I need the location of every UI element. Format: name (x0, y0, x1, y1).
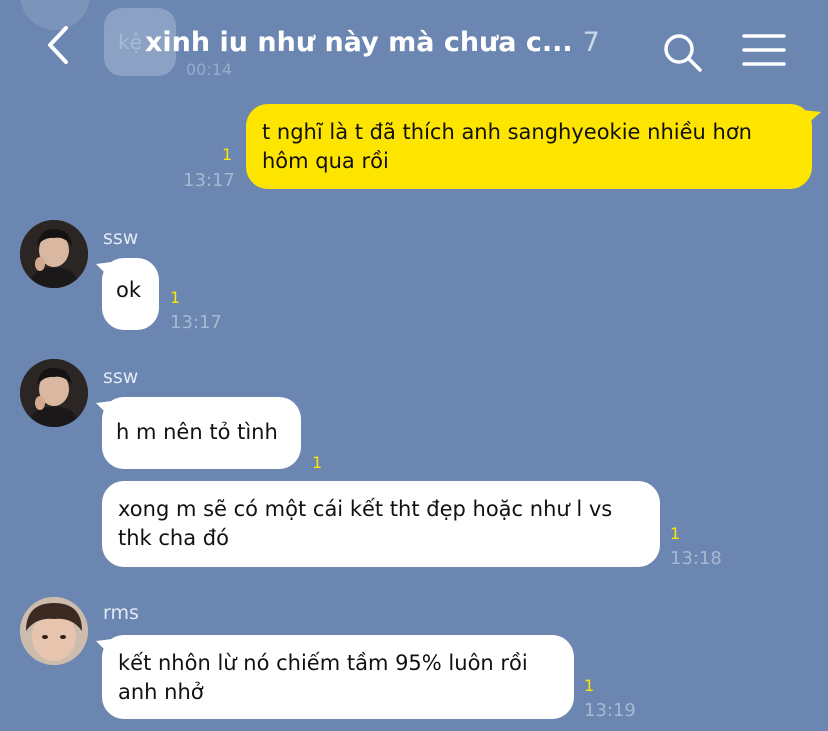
message-text-line: xong m sẽ có một cái kết tht đẹp hoặc nh… (118, 497, 613, 521)
chevron-left-icon (48, 26, 68, 64)
my-message-bubble[interactable]: t nghĩ là t đã thích anh sanghyeokie nhi… (246, 104, 812, 189)
unread-count: 1 (170, 288, 181, 307)
message-time: 13:17 (170, 312, 222, 333)
their-message-bubble[interactable]: h m nên tỏ tình (102, 397, 301, 469)
message-time: 13:19 (584, 700, 636, 721)
their-message-bubble[interactable]: ok (102, 258, 159, 330)
message-time: 13:18 (670, 548, 722, 569)
unread-count: 1 (222, 145, 233, 164)
their-message-bubble[interactable]: kết nhôn lừ nó chiếm tầm 95% luôn rồi an… (102, 635, 574, 719)
message-text-line: kết nhôn lừ nó chiếm tầm 95% luôn rồi (118, 651, 528, 675)
sender-name: ssw (103, 366, 139, 388)
message-text-line: anh nhở (118, 680, 204, 704)
search-icon (664, 34, 702, 72)
message-text-line: hôm qua rồi (262, 149, 389, 173)
hamburger-menu-icon (742, 34, 786, 66)
sender-name: rms (103, 602, 139, 624)
search-button[interactable] (658, 28, 708, 78)
unread-count: 1 (584, 676, 595, 695)
avatar-rms[interactable] (20, 597, 88, 665)
message-text: h m nên tỏ tình (116, 420, 278, 444)
previous-message-text: kệ (118, 30, 142, 54)
chat-header[interactable]: xinh iu như này mà chưa c... 7 (145, 27, 600, 58)
unread-count: 1 (670, 524, 681, 543)
their-message-bubble[interactable]: xong m sẽ có một cái kết tht đẹp hoặc nh… (102, 481, 660, 567)
bubble-tail (803, 110, 821, 126)
avatar-rms-image (20, 597, 88, 665)
avatar-ssw-image (20, 220, 88, 288)
chat-title: xinh iu như này mà chưa c... (145, 27, 573, 58)
avatar-ssw-image (20, 359, 88, 427)
back-button[interactable] (34, 20, 84, 70)
member-count: 7 (582, 27, 600, 58)
previous-message-time: 00:14 (186, 60, 233, 79)
menu-button[interactable] (738, 30, 790, 74)
message-text-line: t nghĩ là t đã thích anh sanghyeokie nhi… (262, 120, 752, 144)
avatar-ssw[interactable] (20, 220, 88, 288)
unread-count: 1 (312, 453, 323, 472)
message-time: 13:17 (183, 170, 235, 191)
avatar-ssw[interactable] (20, 359, 88, 427)
message-text: ok (116, 278, 142, 302)
message-text-line: thk cha đó (118, 526, 229, 550)
sender-name: ssw (103, 227, 139, 249)
